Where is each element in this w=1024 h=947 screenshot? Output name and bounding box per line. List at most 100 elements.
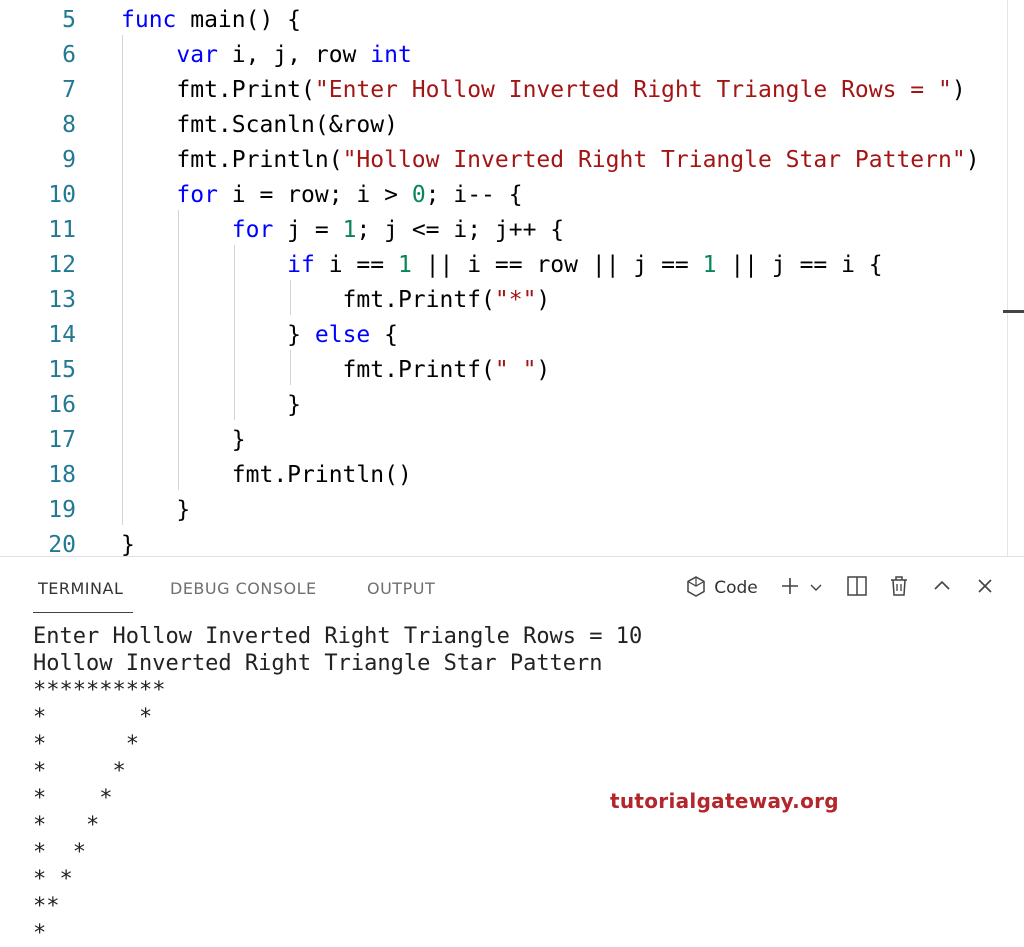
code-text: }	[121, 423, 246, 458]
code-token: else	[314, 322, 371, 348]
code-line[interactable]: 14 } else {	[0, 318, 1000, 353]
code-token: 1	[702, 252, 717, 278]
code-text: fmt.Scanln(&row)	[121, 108, 398, 143]
code-line[interactable]: 11 for j = 1; j <= i; j++ {	[0, 213, 1000, 248]
line-number: 18	[48, 462, 76, 488]
terminal-shell-selector[interactable]: Code	[681, 573, 763, 603]
code-text: var i, j, row int	[121, 38, 411, 73]
terminal-line: **	[33, 894, 60, 919]
code-line[interactable]: 8 fmt.Scanln(&row)	[0, 108, 1000, 143]
code-line[interactable]: 13 fmt.Printf("*")	[0, 283, 1000, 318]
code-token: || j == i {	[716, 252, 883, 278]
trash-icon	[889, 575, 909, 601]
tab-debug-console[interactable]: DEBUG CONSOLE	[170, 579, 317, 598]
indent-guide	[122, 35, 123, 525]
line-number: 13	[48, 287, 76, 313]
code-token: }	[121, 497, 191, 523]
terminal-line: * *	[33, 705, 153, 730]
terminal-line: * *	[33, 867, 73, 892]
code-token: j =	[273, 217, 343, 243]
code-token: if	[287, 252, 315, 278]
line-number: 7	[62, 77, 76, 103]
code-text: if i == 1 || i == row || j == 1 || j == …	[121, 248, 883, 283]
bottom-panel: TERMINAL DEBUG CONSOLE OUTPUT Code Enter…	[0, 556, 1024, 946]
code-token: || i == row || j ==	[411, 252, 703, 278]
code-token: " "	[494, 357, 537, 383]
code-token: }	[121, 532, 135, 556]
code-token: fmt.Print(	[121, 77, 315, 103]
terminal-line: Hollow Inverted Right Triangle Star Patt…	[33, 651, 603, 676]
code-text: }	[121, 528, 135, 556]
code-token: )	[965, 147, 980, 173]
code-text: fmt.Println("Hollow Inverted Right Trian…	[121, 143, 980, 178]
code-token: fmt.Println()	[121, 462, 412, 488]
line-number: 17	[48, 427, 76, 453]
code-token: i = row; i >	[217, 182, 412, 208]
line-number: 9	[62, 147, 76, 173]
indent-guide	[290, 280, 291, 315]
line-number: 5	[62, 7, 76, 33]
code-line[interactable]: 17 }	[0, 423, 1000, 458]
code-line[interactable]: 12 if i == 1 || i == row || j == 1 || j …	[0, 248, 1000, 283]
code-line[interactable]: 9 fmt.Println("Hollow Inverted Right Tri…	[0, 143, 1000, 178]
line-number: 12	[48, 252, 76, 278]
code-line[interactable]: 16 }	[0, 388, 1000, 423]
code-text: }	[121, 493, 190, 528]
terminal-shell-icon	[686, 576, 708, 600]
terminal-line: * *	[33, 840, 86, 865]
indent-guide	[178, 210, 179, 490]
split-terminal-button[interactable]	[843, 573, 871, 603]
chevron-up-icon	[933, 577, 951, 599]
line-number: 19	[48, 497, 76, 523]
code-token: for	[176, 182, 218, 208]
code-line[interactable]: 15 fmt.Printf(" ")	[0, 353, 1000, 388]
code-line[interactable]: 10 for i = row; i > 0; i-- {	[0, 178, 1000, 213]
indent-guide	[290, 350, 291, 385]
code-line[interactable]: 19 }	[0, 493, 1000, 528]
terminal-line: **********	[33, 678, 166, 703]
plus-icon	[780, 576, 800, 600]
terminal-line: *	[33, 921, 47, 946]
code-line[interactable]: 18 fmt.Println()	[0, 458, 1000, 493]
kill-terminal-button[interactable]	[886, 573, 912, 603]
code-line[interactable]: 20}	[0, 528, 1000, 556]
terminal-line: * *	[33, 786, 113, 811]
code-token: "Hollow Inverted Right Triangle Star Pat…	[342, 147, 966, 173]
code-line[interactable]: 5 func main() {	[0, 3, 1000, 38]
terminal-launch-profile-dropdown[interactable]	[806, 573, 826, 603]
code-line[interactable]: 6 var i, j, row int	[0, 38, 1000, 73]
code-token: }	[121, 322, 315, 348]
active-tab-indicator	[33, 612, 133, 613]
code-line[interactable]: 7 fmt.Print("Enter Hollow Inverted Right…	[0, 73, 1000, 108]
tab-output[interactable]: OUTPUT	[367, 579, 435, 598]
line-number: 10	[48, 182, 76, 208]
code-token: ; j <= i; j++ {	[356, 217, 565, 243]
code-text: for j = 1; j <= i; j++ {	[121, 213, 564, 248]
code-token: }	[121, 392, 302, 418]
code-token: 0	[411, 182, 426, 208]
overview-ruler-marker[interactable]	[1003, 310, 1024, 313]
maximize-panel-button[interactable]	[929, 573, 955, 603]
close-panel-button[interactable]	[972, 573, 998, 603]
line-number: 6	[62, 42, 76, 68]
close-icon	[976, 577, 994, 599]
code-token: func	[121, 7, 177, 33]
split-icon	[846, 575, 868, 601]
new-terminal-button[interactable]	[778, 573, 802, 603]
code-token: main() {	[176, 7, 302, 33]
code-text: fmt.Printf(" ")	[121, 353, 551, 388]
terminal-line: * *	[33, 732, 139, 757]
code-token: "*"	[494, 287, 537, 313]
terminal-output[interactable]: Enter Hollow Inverted Right Triangle Row…	[33, 623, 993, 947]
indent-guide	[234, 245, 235, 420]
line-number: 20	[48, 532, 76, 556]
line-number: 14	[48, 322, 76, 348]
code-editor[interactable]: 5 func main() {6 var i, j, row int 7 fmt.P…	[0, 0, 1024, 556]
code-text: fmt.Print("Enter Hollow Inverted Right T…	[121, 73, 965, 108]
tab-terminal[interactable]: TERMINAL	[38, 579, 123, 598]
code-token: }	[121, 427, 246, 453]
line-number: 8	[62, 112, 76, 138]
code-text: func main() {	[121, 3, 301, 38]
line-number: 15	[48, 357, 76, 383]
